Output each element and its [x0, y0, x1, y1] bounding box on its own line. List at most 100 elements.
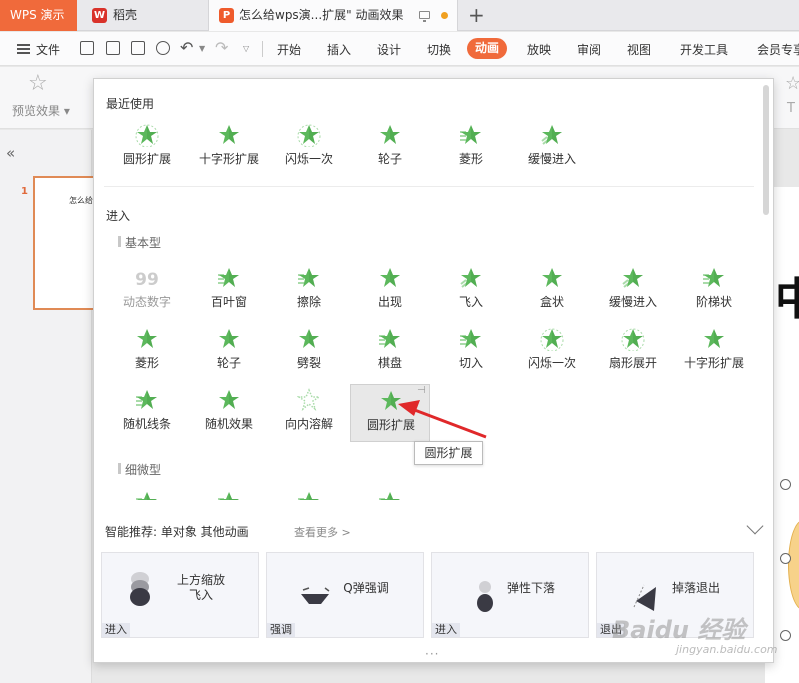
animation-effect[interactable]: 劈裂	[269, 323, 349, 381]
export-icon[interactable]	[106, 41, 120, 55]
monitor-icon[interactable]	[419, 11, 430, 22]
tab-document[interactable]: P 怎么给wps演...扩展" 动画效果	[208, 0, 458, 31]
animation-effect-label: 擦除	[296, 295, 321, 309]
card-label: 上方缩放 飞入	[176, 573, 225, 602]
undo-dropdown-icon[interactable]: ▼	[199, 44, 205, 53]
watermark-url: jingyan.baidu.com	[676, 643, 778, 656]
menu-view[interactable]: 视图	[627, 41, 651, 58]
menu-slideshow[interactable]: 放映	[527, 41, 551, 58]
view-more-link[interactable]: 查看更多 >	[294, 524, 351, 540]
quick-access-dropdown-icon[interactable]: ▽	[243, 44, 249, 53]
animation-effect[interactable]: 闪烁一次	[269, 119, 349, 177]
animation-effect[interactable]: 随机线条	[107, 384, 187, 442]
animation-effect[interactable]: 圆形扩展 ⊣	[350, 384, 430, 442]
redo-icon[interactable]: ↷	[215, 38, 228, 57]
animation-effect-label: 菱形	[458, 152, 483, 166]
animation-effect[interactable]: 切入	[431, 323, 511, 381]
hamburger-menu-icon[interactable]	[17, 44, 30, 54]
animation-star-icon[interactable]	[217, 490, 241, 500]
animation-effect[interactable]: 缓慢进入	[512, 119, 592, 177]
animation-star-icon: 99	[135, 266, 159, 290]
preview-star-icon[interactable]: ☆	[28, 73, 48, 95]
recommend-card[interactable]: Q弹强调 强调	[266, 552, 424, 638]
menu-design[interactable]: 设计	[377, 41, 401, 58]
recommend-card[interactable]: 弹性下落 进入	[431, 552, 589, 638]
menu-home[interactable]: 开始	[277, 41, 301, 58]
animation-effect-label: 轮子	[377, 152, 402, 166]
animation-star-icon	[378, 327, 402, 351]
resize-handle[interactable]	[780, 553, 791, 564]
collapse-panel-icon[interactable]: «	[6, 144, 15, 162]
animation-effect[interactable]: 菱形	[107, 323, 187, 381]
text-icon[interactable]: T	[787, 101, 795, 116]
basic-subsection-title: 基本型	[118, 234, 161, 251]
animation-effect[interactable]: 闪烁一次	[512, 323, 592, 381]
animation-star-icon[interactable]	[135, 490, 159, 500]
pin-icon[interactable]: ⊣	[417, 385, 426, 396]
animation-effect[interactable]: 飞入	[431, 262, 511, 320]
animation-star-icon	[217, 123, 241, 147]
app-tab-wps[interactable]: WPS 演示	[0, 0, 77, 31]
effect-tooltip: 圆形扩展	[414, 441, 483, 465]
animation-star-icon	[135, 388, 159, 412]
animation-effect-label: 扇形展开	[608, 356, 657, 370]
animation-star-icon	[540, 266, 564, 290]
star-icon[interactable]: ☆	[785, 73, 799, 94]
animation-star-icon	[459, 266, 483, 290]
animation-star-icon	[621, 327, 645, 352]
animation-effect[interactable]: 轮子	[189, 323, 269, 381]
animation-effect[interactable]: 缓慢进入	[593, 262, 673, 320]
menu-animation[interactable]: 动画	[467, 38, 508, 59]
chevron-down-icon[interactable]	[746, 517, 764, 535]
card-tag: 强调	[267, 623, 295, 637]
print-preview-icon[interactable]	[156, 41, 170, 55]
new-tab-plus-icon[interactable]: +	[468, 3, 485, 27]
animation-star-icon	[621, 266, 645, 290]
animation-effect[interactable]: 盒状	[512, 262, 592, 320]
animation-effect[interactable]: 菱形	[431, 119, 511, 177]
animation-effect[interactable]: 向内溶解	[269, 384, 349, 442]
animation-star-icon	[135, 327, 159, 351]
file-menu[interactable]: 文件	[36, 41, 60, 58]
preview-effect-button[interactable]: 预览效果 ▾	[12, 102, 70, 119]
animation-effect-label: 缓慢进入	[608, 295, 657, 309]
animation-effect[interactable]: 轮子	[350, 119, 430, 177]
panel-resize-grip[interactable]: ···	[425, 647, 439, 661]
animation-effect[interactable]: 百叶窗	[189, 262, 269, 320]
tab-daoke[interactable]: W 稻壳	[80, 0, 205, 31]
menu-member[interactable]: 会员专享	[757, 41, 799, 58]
slide-thumbnail[interactable]: 怎么给wps	[33, 176, 109, 310]
menu-insert[interactable]: 插入	[327, 41, 351, 58]
animation-star-icon	[459, 327, 483, 351]
resize-handle[interactable]	[780, 479, 791, 490]
animation-effect[interactable]: 十字形扩展	[674, 323, 754, 381]
unsaved-dot-icon	[441, 12, 448, 19]
animation-effect[interactable]: 99 动态数字	[107, 262, 187, 320]
undo-icon[interactable]: ↶	[180, 38, 193, 57]
animation-star-icon[interactable]	[297, 490, 321, 500]
animation-effect[interactable]: 阶梯状	[674, 262, 754, 320]
animation-effect[interactable]: 出现	[350, 262, 430, 320]
animation-effect[interactable]: 棋盘	[350, 323, 430, 381]
animation-effect-label: 动态数字	[122, 295, 171, 309]
menu-developer[interactable]: 开发工具	[680, 41, 728, 58]
enter-section-title: 进入	[106, 209, 131, 223]
animation-effect[interactable]: 圆形扩展	[107, 119, 187, 177]
animation-effect[interactable]: 十字形扩展	[189, 119, 269, 177]
animation-effect-label: 劈裂	[296, 356, 321, 370]
panel-scrollbar[interactable]	[763, 85, 769, 215]
animation-effect[interactable]: 扇形展开	[593, 323, 673, 381]
watermark: Baidu 经验	[612, 616, 746, 644]
animation-effect-label: 盒状	[539, 295, 564, 309]
animation-star-icon[interactable]	[378, 490, 402, 500]
animation-effect-label: 随机线条	[122, 417, 171, 431]
resize-handle[interactable]	[780, 630, 791, 641]
save-icon[interactable]	[80, 41, 94, 55]
animation-effect[interactable]: 擦除	[269, 262, 349, 320]
print-icon[interactable]	[131, 41, 145, 55]
animation-effect[interactable]: 随机效果	[189, 384, 269, 442]
menu-transition[interactable]: 切换	[427, 41, 451, 58]
recommend-card[interactable]: 上方缩放 飞入 进入	[101, 552, 259, 638]
animation-effect-label: 阶梯状	[695, 295, 732, 309]
menu-review[interactable]: 审阅	[577, 41, 601, 58]
